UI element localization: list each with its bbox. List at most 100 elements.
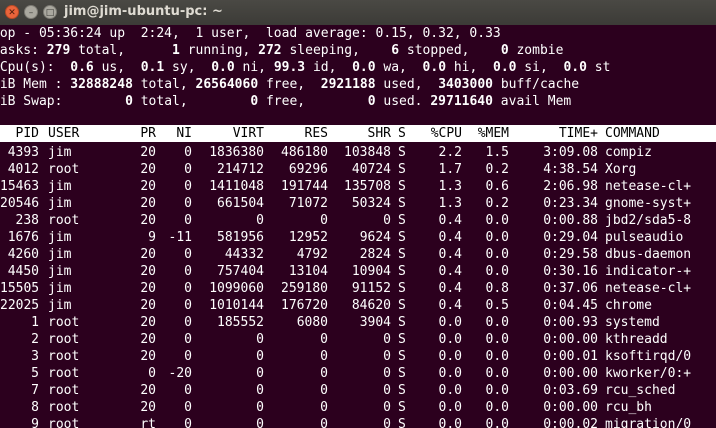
cell-virt: 757404 <box>217 264 264 279</box>
cell-ni: 0 <box>184 145 192 160</box>
cell-command: pulseaudio <box>605 230 684 245</box>
table-row[interactable]: 22025 jim 20 0 1010144 176720 84620 S 0.4 0.5 0:04… <box>0 297 716 314</box>
cell-user: jim <box>48 298 72 313</box>
cpu-sy: 0.1 <box>140 60 165 75</box>
cell-cpu: 0.4 <box>438 213 462 228</box>
cell-cpu: 0.0 <box>438 349 462 364</box>
table-row[interactable]: 2 root 20 0 0 0 0 S 0.0 0.0 0:00.00 kthreadd <box>0 331 716 348</box>
cell-virt: 0 <box>256 417 264 428</box>
cpu-wa: 0.0 <box>352 60 376 75</box>
maximize-icon[interactable]: □ <box>43 5 57 19</box>
table-row[interactable]: 1 root 20 0 185552 6080 3904 S 0.0 0.0 0:00.93 syst… <box>0 314 716 331</box>
cell-time: 3:09.08 <box>543 145 598 160</box>
cpu-hi: 0.0 <box>422 60 447 75</box>
cell-s: S <box>398 264 406 279</box>
cell-virt: 0 <box>256 366 264 381</box>
table-row[interactable]: 15463 jim 20 0 1411048 191744 135708 S 1.3 0.6 2:0… <box>0 178 716 195</box>
cell-virt: 1411048 <box>209 179 264 194</box>
col-header-shr: SHR <box>367 126 391 141</box>
cell-shr: 103848 <box>344 145 391 160</box>
cell-ni: 0 <box>184 417 192 428</box>
cell-cpu: 0.4 <box>438 230 462 245</box>
cell-virt: 1010144 <box>209 298 264 313</box>
cell-mem: 0.0 <box>485 315 509 330</box>
table-row[interactable]: 1676 jim 9 -11 581956 12952 9624 S 0.4 0.0 0:29.04… <box>0 229 716 246</box>
cell-shr: 91152 <box>351 281 391 296</box>
swap-avail-label: avail Mem <box>500 94 572 109</box>
cell-time: 0:00.88 <box>543 213 598 228</box>
uptime-line: top - 05:36:24 up 2:24, 1 user, load ave… <box>0 26 501 41</box>
cell-pid: 15463 <box>0 179 40 194</box>
cell-pid: 4450 <box>7 264 39 279</box>
close-icon[interactable]: ✕ <box>5 5 19 19</box>
col-header-virt: VIRT <box>232 126 264 141</box>
cell-command: ksoftirqd/0 <box>605 349 692 364</box>
cell-time: 0:03.69 <box>543 383 598 398</box>
cell-res: 69296 <box>288 162 328 177</box>
cell-time: 0:00.02 <box>543 417 598 428</box>
cell-mem: 0.0 <box>485 349 509 364</box>
cell-s: S <box>398 247 406 262</box>
table-row[interactable]: 8 root 20 0 0 0 0 S 0.0 0.0 0:00.00 rcu_bh <box>0 399 716 416</box>
cell-pid: 3 <box>31 349 39 364</box>
cell-shr: 3904 <box>359 315 391 330</box>
cell-res: 486180 <box>281 145 328 160</box>
cell-pr: 0 <box>148 366 156 381</box>
terminal-area[interactable]: top - 05:36:24 up 2:24, 1 user, load ave… <box>0 25 716 428</box>
table-row[interactable]: 5 root 0 -20 0 0 0 S 0.0 0.0 0:00.00 kworker/0:+ <box>0 365 716 382</box>
table-row[interactable]: 9 root rt 0 0 0 0 S 0.0 0.0 0:00.02 migration/0 <box>0 416 716 428</box>
col-header-time: TIME+ <box>558 126 598 141</box>
tasks-stopped-label: stopped, <box>406 43 470 58</box>
mem-label: KiB Mem : <box>0 77 63 92</box>
mem-used: 2921188 <box>320 77 376 92</box>
cell-shr: 2824 <box>359 247 391 262</box>
cell-cpu: 0.0 <box>438 366 462 381</box>
cell-command: systemd <box>605 315 660 330</box>
cell-user: jim <box>48 281 72 296</box>
cell-res: 259180 <box>281 281 328 296</box>
cell-pid: 9 <box>31 417 39 428</box>
window-titlebar[interactable]: ✕ – □ jim@jim-ubuntu-pc: ~ <box>0 0 716 26</box>
tasks-line: Tasks: 279 total, 1 running, 272 sleepin… <box>0 42 563 59</box>
table-row[interactable]: 4393 jim 20 0 1836380 486180 103848 S 2.2 1.5 3:09… <box>0 144 716 161</box>
cell-pid: 5 <box>31 366 39 381</box>
table-row[interactable]: 20546 jim 20 0 661504 71072 50324 S 1.3 0.2 0:23.3… <box>0 195 716 212</box>
cell-ni: 0 <box>184 179 192 194</box>
cell-mem: 0.2 <box>485 196 509 211</box>
cell-mem: 0.0 <box>485 230 509 245</box>
table-row[interactable]: 4012 root 20 0 214712 69296 40724 S 1.7 0.2 4:38.5… <box>0 161 716 178</box>
cell-pr: 20 <box>140 213 156 228</box>
cell-cpu: 1.3 <box>438 179 462 194</box>
minimize-icon[interactable]: – <box>24 5 38 19</box>
cell-s: S <box>398 400 406 415</box>
cell-pr: 20 <box>140 179 156 194</box>
cell-pid: 8 <box>31 400 39 415</box>
cell-time: 4:38.54 <box>543 162 598 177</box>
swap-label: KiB Swap: <box>0 94 63 109</box>
cell-user: jim <box>48 196 72 211</box>
table-row[interactable]: 7 root 20 0 0 0 0 S 0.0 0.0 0:03.69 rcu_sched <box>0 382 716 399</box>
cell-virt: 214712 <box>217 162 264 177</box>
table-row[interactable]: 4450 jim 20 0 757404 13104 10904 S 0.4 0.0 0:30.16… <box>0 263 716 280</box>
swap-avail: 29711640 <box>430 94 493 109</box>
table-row[interactable]: 4260 jim 20 0 44332 4792 2824 S 0.4 0.0 0:29.58 dbu… <box>0 246 716 263</box>
table-row[interactable]: 238 root 20 0 0 0 0 S 0.4 0.0 0:00.88 jbd2/sda5-8 <box>0 212 716 229</box>
cell-virt: 185552 <box>217 315 264 330</box>
cell-pr: 20 <box>140 349 156 364</box>
cell-user: root <box>48 366 80 381</box>
cell-user: root <box>48 213 80 228</box>
cell-s: S <box>398 196 406 211</box>
cell-mem: 0.6 <box>485 179 509 194</box>
table-row[interactable]: 15505 jim 20 0 1099060 259180 91152 S 0.4 0.8 0:37… <box>0 280 716 297</box>
cell-cpu: 0.0 <box>438 383 462 398</box>
cell-ni: 0 <box>184 400 192 415</box>
cell-user: jim <box>48 145 72 160</box>
cell-pr: 20 <box>140 400 156 415</box>
cell-virt: 0 <box>256 332 264 347</box>
table-row[interactable]: 3 root 20 0 0 0 0 S 0.0 0.0 0:00.01 ksoftirqd/0 <box>0 348 716 365</box>
cell-ni: -11 <box>168 230 192 245</box>
cell-res: 0 <box>320 349 328 364</box>
cell-time: 0:04.45 <box>543 298 598 313</box>
cell-pr: 9 <box>148 230 156 245</box>
cell-time: 0:23.34 <box>543 196 598 211</box>
